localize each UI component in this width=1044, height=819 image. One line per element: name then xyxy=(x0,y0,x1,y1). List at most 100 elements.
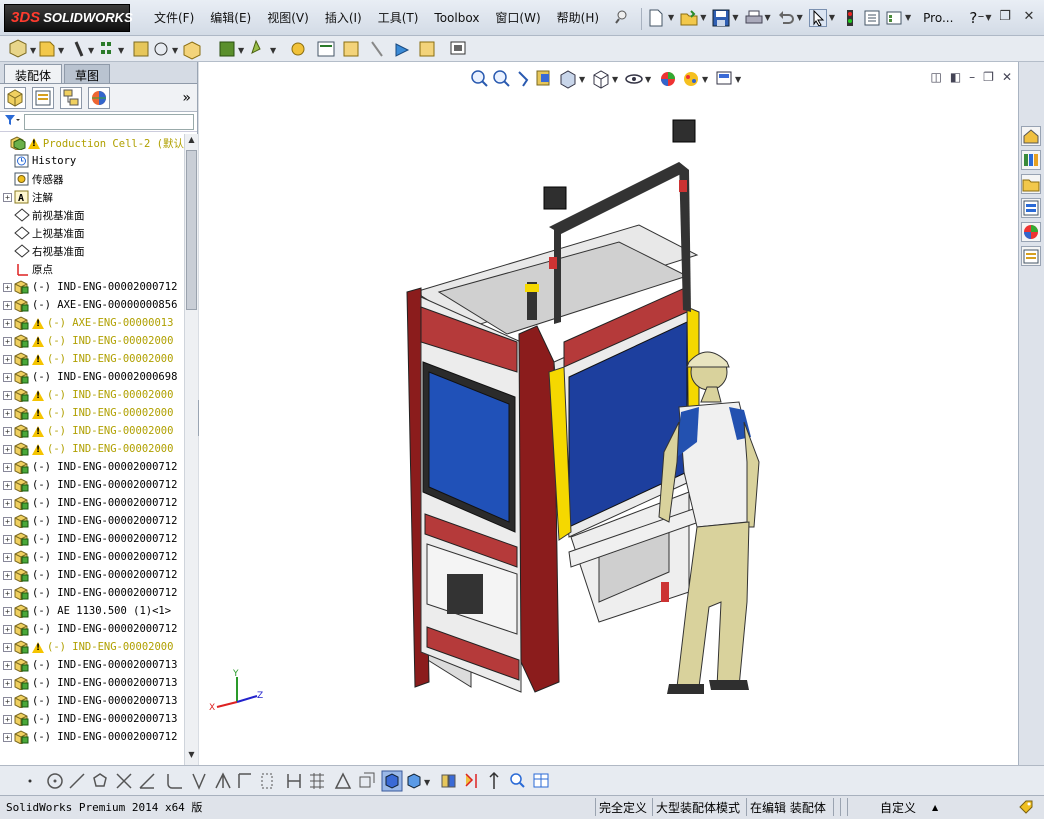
graphics-area[interactable]: ▼ ▼ ▼ ▼ ▼ ◫ ◧ – ❐ ✕ Y X Z xyxy=(199,62,1018,765)
expand-icon[interactable]: + xyxy=(3,498,12,508)
tab-assembly[interactable]: 装配体 xyxy=(4,64,63,83)
tree-node[interactable]: + (-) IND-ENG-00002000712 xyxy=(0,278,184,296)
expand-icon[interactable]: + xyxy=(3,696,12,706)
tree-node[interactable]: 上视基准面 xyxy=(0,224,184,242)
tree-node[interactable]: 传感器 xyxy=(0,170,184,188)
tab-sketch[interactable]: 草图 xyxy=(64,64,111,83)
expand-icon[interactable]: + xyxy=(3,372,12,382)
feature-manager-icon[interactable] xyxy=(4,86,26,109)
chevron-down-icon[interactable]: ▼ xyxy=(905,8,911,30)
scroll-up-icon[interactable]: ▲ xyxy=(186,135,197,149)
home-icon[interactable] xyxy=(1021,126,1041,146)
chevron-down-icon[interactable]: ▼ xyxy=(668,8,674,30)
units-selector[interactable]: 自定义 xyxy=(880,799,916,816)
expand-icon[interactable]: + xyxy=(3,552,12,562)
tag-icon[interactable] xyxy=(1018,799,1034,818)
solidworks-logo[interactable]: 3DS SOLIDWORKS xyxy=(4,4,133,32)
save-icon[interactable] xyxy=(712,9,730,27)
chevron-down-icon[interactable]: ▼ xyxy=(732,8,738,30)
search-label[interactable]: Pro... xyxy=(915,8,961,28)
tree-node[interactable]: + (-) IND-ENG-00002000698 xyxy=(0,368,184,386)
configuration-manager-icon[interactable] xyxy=(60,86,82,109)
tree-scrollbar[interactable]: ▲ ▼ xyxy=(184,134,198,765)
select-cursor-icon[interactable] xyxy=(808,9,827,27)
menu-file[interactable]: 文件(F) xyxy=(146,8,202,28)
menu-edit[interactable]: 编辑(E) xyxy=(202,8,259,28)
3d-model-scene[interactable]: Y X Z xyxy=(199,62,1018,765)
expand-icon[interactable]: + xyxy=(3,588,12,598)
expand-icon[interactable]: + xyxy=(3,732,12,742)
tree-node[interactable]: + (-) IND-ENG-00002000712 xyxy=(0,620,184,638)
design-library-icon[interactable] xyxy=(1021,150,1041,170)
expand-icon[interactable]: + xyxy=(3,480,12,490)
tree-node[interactable]: + A 注解 xyxy=(0,188,184,206)
close-icon[interactable]: ✕ xyxy=(1020,9,1038,25)
chevron-up-icon[interactable]: ▲ xyxy=(932,803,938,812)
tree-node[interactable]: + (-) IND-ENG-00002000713 xyxy=(0,656,184,674)
tree-node[interactable]: + (-) AE 1130.500 (1)<1> xyxy=(0,602,184,620)
tree-node[interactable]: 原点 xyxy=(0,260,184,278)
menu-toolbox[interactable]: Toolbox xyxy=(426,8,487,28)
expand-icon[interactable]: + xyxy=(3,714,12,724)
tree-node[interactable]: + (-) AXE-ENG-00000000856 xyxy=(0,296,184,314)
expand-icon[interactable]: + xyxy=(3,444,12,454)
menu-window[interactable]: 窗口(W) xyxy=(487,8,548,28)
tree-node[interactable]: + (-) IND-ENG-00002000712 xyxy=(0,548,184,566)
chevron-down-icon[interactable]: ▼ xyxy=(829,8,835,30)
expand-icon[interactable]: + xyxy=(3,624,12,634)
options-icon[interactable] xyxy=(885,9,903,27)
property-manager-icon[interactable] xyxy=(32,86,54,109)
tree-node[interactable]: + (-) IND-ENG-00002000 xyxy=(0,440,184,458)
chevron-down-icon[interactable]: ▼ xyxy=(765,8,771,30)
tree-node[interactable]: + (-) IND-ENG-00002000712 xyxy=(0,512,184,530)
tree-node[interactable]: + (-) IND-ENG-00002000 xyxy=(0,332,184,350)
tree-node[interactable]: + (-) IND-ENG-00002000712 xyxy=(0,566,184,584)
display-manager-icon[interactable] xyxy=(88,86,110,109)
tree-node[interactable]: + (-) IND-ENG-00002000712 xyxy=(0,584,184,602)
expand-icon[interactable]: + xyxy=(3,570,12,580)
tree-node[interactable]: + (-) IND-ENG-00002000712 xyxy=(0,494,184,512)
expand-icon[interactable]: + xyxy=(3,678,12,688)
tree-node[interactable]: + (-) IND-ENG-00002000712 xyxy=(0,458,184,476)
snapshot-icon[interactable] xyxy=(450,40,468,58)
scroll-down-icon[interactable]: ▼ xyxy=(186,750,197,764)
expand-icon[interactable]: + xyxy=(3,642,12,652)
tree-node[interactable]: + (-) IND-ENG-00002000713 xyxy=(0,710,184,728)
expand-icon[interactable]: + xyxy=(3,606,12,616)
undo-icon[interactable] xyxy=(777,9,795,27)
menu-tools[interactable]: 工具(T) xyxy=(370,8,427,28)
expand-icon[interactable]: + xyxy=(3,336,12,346)
expand-icon[interactable]: + xyxy=(3,300,12,310)
menu-help[interactable]: 帮助(H) xyxy=(549,8,607,28)
tree-node[interactable]: + (-) IND-ENG-00002000712 xyxy=(0,530,184,548)
expand-icon[interactable]: + xyxy=(3,282,12,292)
chevron-down-icon[interactable]: ▼ xyxy=(700,8,706,30)
file-explorer-icon[interactable] xyxy=(1021,174,1041,194)
tree-node[interactable]: + (-) IND-ENG-00002000712 xyxy=(0,728,184,746)
expand-icon[interactable]: + xyxy=(3,660,12,670)
view-palette-icon[interactable] xyxy=(1021,198,1041,218)
expand-icon[interactable]: + xyxy=(3,516,12,526)
expand-panel-icon[interactable]: » xyxy=(182,90,191,106)
tree-node[interactable]: + (-) IND-ENG-00002000 xyxy=(0,386,184,404)
expand-icon[interactable]: + xyxy=(3,462,12,472)
minimize-icon[interactable]: – xyxy=(972,9,990,25)
expand-icon[interactable]: + xyxy=(3,390,12,400)
rebuild-icon[interactable] xyxy=(841,9,859,27)
tree-node[interactable]: + (-) AXE-ENG-00000013 xyxy=(0,314,184,332)
custom-properties-icon[interactable] xyxy=(1021,246,1041,266)
expand-icon[interactable]: + xyxy=(3,426,12,436)
scroll-thumb[interactable] xyxy=(186,150,197,310)
tree-node[interactable]: 右视基准面 xyxy=(0,242,184,260)
tree-node[interactable]: + (-) IND-ENG-00002000 xyxy=(0,350,184,368)
tree-node[interactable]: + (-) IND-ENG-00002000 xyxy=(0,404,184,422)
file-properties-icon[interactable] xyxy=(863,9,881,27)
menu-insert[interactable]: 插入(I) xyxy=(317,8,370,28)
tree-node[interactable]: + (-) IND-ENG-00002000713 xyxy=(0,692,184,710)
pin-icon[interactable] xyxy=(607,8,637,28)
restore-icon[interactable]: ❐ xyxy=(996,9,1014,25)
appearances-icon[interactable] xyxy=(1021,222,1041,242)
expand-icon[interactable]: + xyxy=(3,408,12,418)
tree-node[interactable]: 前视基准面 xyxy=(0,206,184,224)
menu-view[interactable]: 视图(V) xyxy=(259,8,317,28)
